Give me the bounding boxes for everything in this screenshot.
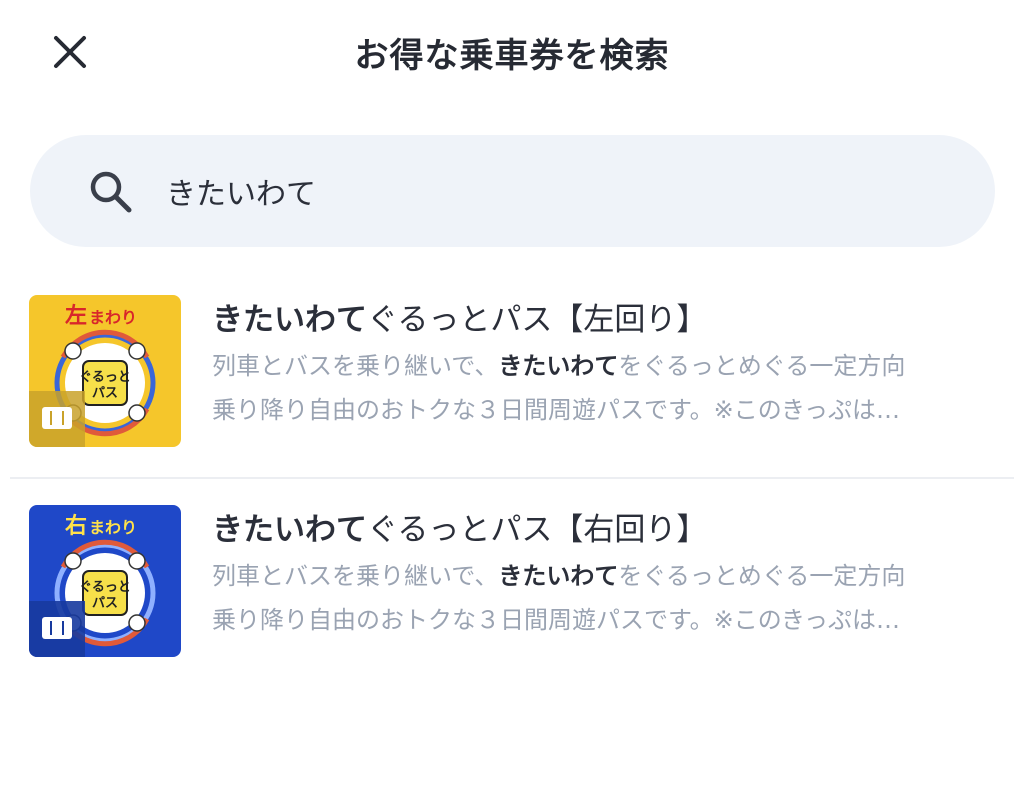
desc-line-1: 列車とバスを乗り継いで、きたいわてをぐるっとめぐる一定方向 [212, 344, 1002, 388]
ticket-icon [42, 407, 72, 429]
list-item[interactable]: 右 まわり ぐるっと パス きたいわてぐるっとパス【右回り】 列車とバスを乗り継… [0, 490, 1024, 690]
svg-text:パス: パス [92, 385, 118, 400]
desc-text: をぐるっとめぐる一定方向 [618, 352, 906, 380]
svg-text:ぐるっと: ぐるっと [79, 579, 131, 594]
page-title: お得な乗車券を検索 [354, 36, 670, 76]
item-title-rest: ぐるっとパス【右回り】 [367, 512, 708, 548]
search-input[interactable] [164, 163, 964, 219]
desc-line-2: 乗り降り自由のおトクな３日間周遊パスです。※このきっぷは… [212, 606, 901, 634]
desc-line-1: 列車とバスを乗り継いで、きたいわてをぐるっとめぐる一定方向 [212, 554, 1002, 598]
item-description: 列車とバスを乗り継いで、きたいわてをぐるっとめぐる一定方向 乗り降り自由のおトク… [212, 344, 1002, 432]
thumb-badge-char: 右 [65, 513, 87, 538]
item-title: きたいわてぐるっとパス【右回り】 [212, 504, 707, 549]
svg-text:ぐるっと: ぐるっと [79, 369, 131, 384]
desc-text: 列車とバスを乗り継いで、 [212, 352, 499, 380]
header: お得な乗車券を検索 [0, 0, 1024, 110]
list-item[interactable]: 左 まわり ぐるっと パス きたいわてぐるっとパス【左回り】 列車とバスを乗り継… [0, 280, 1024, 480]
item-title-rest: ぐるっとパス【左回り】 [367, 302, 708, 338]
desc-highlight: きたいわて [498, 352, 619, 380]
item-title: きたいわてぐるっとパス【左回り】 [212, 294, 707, 339]
ticket-icon [42, 617, 72, 639]
desc-line-2: 乗り降り自由のおトクな３日間周遊パスです。※このきっぷは… [212, 396, 901, 424]
item-title-highlight: きたいわて [212, 512, 367, 548]
desc-highlight: きたいわて [498, 562, 619, 590]
thumb-badge-text: まわり [89, 309, 137, 327]
svg-text:パス: パス [92, 595, 118, 610]
item-description: 列車とバスを乗り継いで、きたいわてをぐるっとめぐる一定方向 乗り降り自由のおトク… [212, 554, 1002, 642]
ticket-thumbnail: 左 まわり ぐるっと パス [29, 295, 181, 447]
desc-text: 列車とバスを乗り継いで、 [212, 562, 499, 590]
search-icon [90, 171, 132, 213]
divider [10, 477, 1014, 479]
ticket-thumbnail: 右 まわり ぐるっと パス [29, 505, 181, 657]
thumb-badge-text: まわり [89, 519, 137, 537]
thumb-badge-char: 左 [65, 303, 87, 328]
item-title-highlight: きたいわて [212, 302, 367, 338]
search-bar[interactable] [30, 135, 995, 247]
desc-text: をぐるっとめぐる一定方向 [618, 562, 906, 590]
